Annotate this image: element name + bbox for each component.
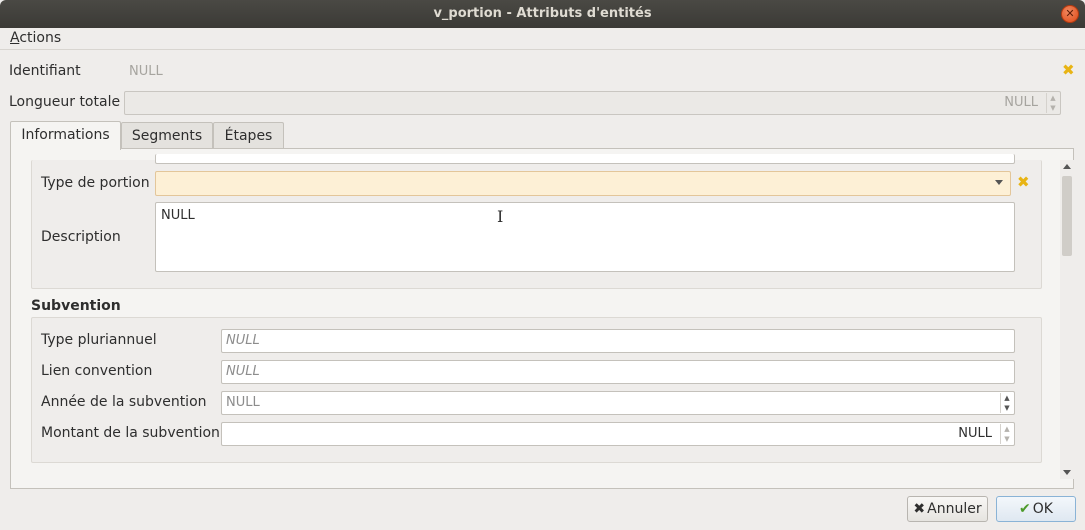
tab-segments[interactable]: Segments xyxy=(121,122,213,149)
lien-convention-input[interactable]: NULL xyxy=(221,360,1015,384)
tab-etapes[interactable]: Étapes xyxy=(213,122,284,149)
checkmark-icon: ✔ xyxy=(1019,501,1031,517)
type-portion-label: Type de portion xyxy=(41,175,150,191)
identifiant-clear-icon[interactable]: ✖ xyxy=(1062,61,1075,79)
description-label: Description xyxy=(41,229,121,245)
ok-label: OK xyxy=(1032,501,1053,517)
cancel-icon: ✖ xyxy=(913,501,926,517)
window-title: v_portion - Attributs d'entités xyxy=(433,6,652,21)
scroll-down-icon[interactable] xyxy=(1063,470,1071,475)
lien-convention-label: Lien convention xyxy=(41,363,153,379)
subvention-title: Subvention xyxy=(31,298,121,314)
montant-subvention-spinbox[interactable]: NULL ▲ ▼ xyxy=(221,422,1015,446)
identifiant-label: Identifiant xyxy=(9,63,81,79)
longueur-totale-value: NULL xyxy=(1004,95,1038,110)
longueur-totale-field[interactable]: NULL ▲ ▼ xyxy=(124,91,1061,115)
annee-subvention-spinbox[interactable]: NULL ▲ ▼ xyxy=(221,391,1015,415)
close-icon[interactable]: ✕ xyxy=(1061,5,1079,23)
previous-field-partial[interactable] xyxy=(155,154,1015,164)
description-textarea[interactable]: NULL xyxy=(155,202,1015,272)
type-pluriannuel-placeholder: NULL xyxy=(226,333,260,348)
chevron-down-icon xyxy=(995,180,1003,185)
identifiant-value: NULL xyxy=(129,64,163,79)
montant-subvention-label: Montant de la subvention xyxy=(41,425,220,441)
vertical-scrollbar[interactable] xyxy=(1060,160,1074,479)
type-portion-select[interactable] xyxy=(155,171,1011,196)
menu-actions[interactable]: Actions xyxy=(10,30,61,46)
type-pluriannuel-label: Type pluriannuel xyxy=(41,332,157,348)
lien-convention-placeholder: NULL xyxy=(226,364,260,379)
menubar: Actions xyxy=(0,28,1085,50)
type-portion-clear-icon[interactable]: ✖ xyxy=(1017,173,1030,191)
annee-subvention-label: Année de la subvention xyxy=(41,394,207,410)
montant-subvention-value: NULL xyxy=(958,426,992,441)
scroll-up-icon[interactable] xyxy=(1063,164,1071,169)
type-pluriannuel-input[interactable]: NULL xyxy=(221,329,1015,353)
scrollbar-thumb[interactable] xyxy=(1062,176,1072,256)
montant-spinner[interactable]: ▲ ▼ xyxy=(1000,424,1013,444)
annee-spinner[interactable]: ▲ ▼ xyxy=(1000,393,1013,413)
cancel-label: Annuler xyxy=(927,501,982,517)
identifiant-field[interactable]: NULL xyxy=(124,61,1057,83)
window-titlebar: v_portion - Attributs d'entités ✕ xyxy=(0,0,1085,28)
annee-subvention-value: NULL xyxy=(226,395,260,410)
longueur-totale-label: Longueur totale xyxy=(9,94,121,110)
ok-button[interactable]: ✔ OK xyxy=(996,496,1076,522)
description-value: NULL xyxy=(161,208,195,223)
text-cursor-icon: I xyxy=(497,207,504,226)
tab-informations[interactable]: Informations xyxy=(10,121,121,150)
cancel-button[interactable]: ✖ Annuler xyxy=(907,496,988,522)
longueur-spinner[interactable]: ▲ ▼ xyxy=(1046,93,1059,113)
